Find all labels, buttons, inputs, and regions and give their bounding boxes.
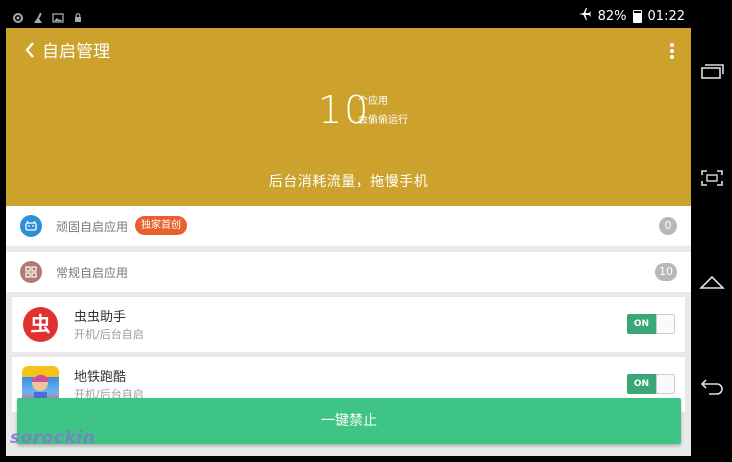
- category-count: 10: [655, 263, 677, 281]
- clock: 01:22: [647, 8, 685, 24]
- more-options-icon[interactable]: [669, 42, 675, 60]
- category-label: 常规自启应用: [56, 266, 129, 280]
- header: 自启管理 10 个应用 会偷偷运行 后台消耗流量，拖慢手机: [6, 28, 691, 206]
- status-system: 82% 01:22: [578, 7, 685, 25]
- autostart-toggle[interactable]: ON: [627, 374, 675, 394]
- app-name: 虫虫助手: [74, 310, 127, 325]
- recent-apps-icon[interactable]: [699, 62, 725, 82]
- toggle-on-label: ON: [627, 374, 656, 394]
- category-label: 顽固自启应用: [56, 220, 129, 234]
- chongchong-logo-glyph: 虫: [30, 312, 51, 336]
- screen-capture-icon[interactable]: [699, 168, 725, 188]
- navigation-bar: [691, 0, 732, 462]
- autostart-manager-screen: 自启管理 10 个应用 会偷偷运行 后台消耗流量，拖慢手机 顽固自启应用 独家首…: [6, 28, 691, 456]
- grid-icon: [20, 261, 42, 283]
- home-icon[interactable]: [699, 272, 725, 292]
- category-count: 0: [659, 217, 677, 235]
- battery-percent: 82%: [597, 8, 627, 24]
- category-regular-autostart[interactable]: 常规自启应用 10: [6, 252, 691, 292]
- exclusive-badge: 独家首创: [135, 216, 187, 235]
- disable-all-button[interactable]: 一键禁止: [17, 398, 681, 444]
- count-desc-label: 会偷偷运行: [358, 115, 408, 126]
- settings-notification-icon: [12, 9, 24, 23]
- toggle-knob: [656, 374, 675, 394]
- count-unit-label: 个应用: [358, 96, 388, 107]
- app-row-chongchong[interactable]: 虫 虫虫助手 开机/后台自启 ON: [12, 297, 685, 352]
- broom-notification-icon: [32, 9, 44, 23]
- watermark: sorockin: [10, 428, 96, 448]
- autostart-toggle[interactable]: ON: [627, 314, 675, 334]
- android-icon: [20, 215, 42, 237]
- toggle-knob: [656, 314, 675, 334]
- back-nav-icon[interactable]: [699, 376, 725, 396]
- chongchong-app-icon: 虫: [22, 306, 59, 343]
- back-arrow-icon[interactable]: [22, 40, 42, 60]
- app-name: 地铁跑酷: [74, 370, 127, 385]
- status-notifications: [12, 9, 84, 23]
- battery-icon: [632, 9, 642, 23]
- lock-notification-icon: [72, 9, 84, 22]
- page-title: 自启管理: [42, 42, 110, 62]
- status-bar: 82% 01:22: [6, 4, 691, 28]
- category-stubborn-autostart[interactable]: 顽固自启应用 独家首创 0: [6, 206, 691, 246]
- header-message: 后台消耗流量，拖慢手机: [268, 174, 429, 190]
- toggle-on-label: ON: [627, 314, 656, 334]
- app-desc: 开机/后台自启: [74, 328, 144, 341]
- image-notification-icon: [52, 9, 64, 23]
- airplane-icon: [578, 7, 592, 25]
